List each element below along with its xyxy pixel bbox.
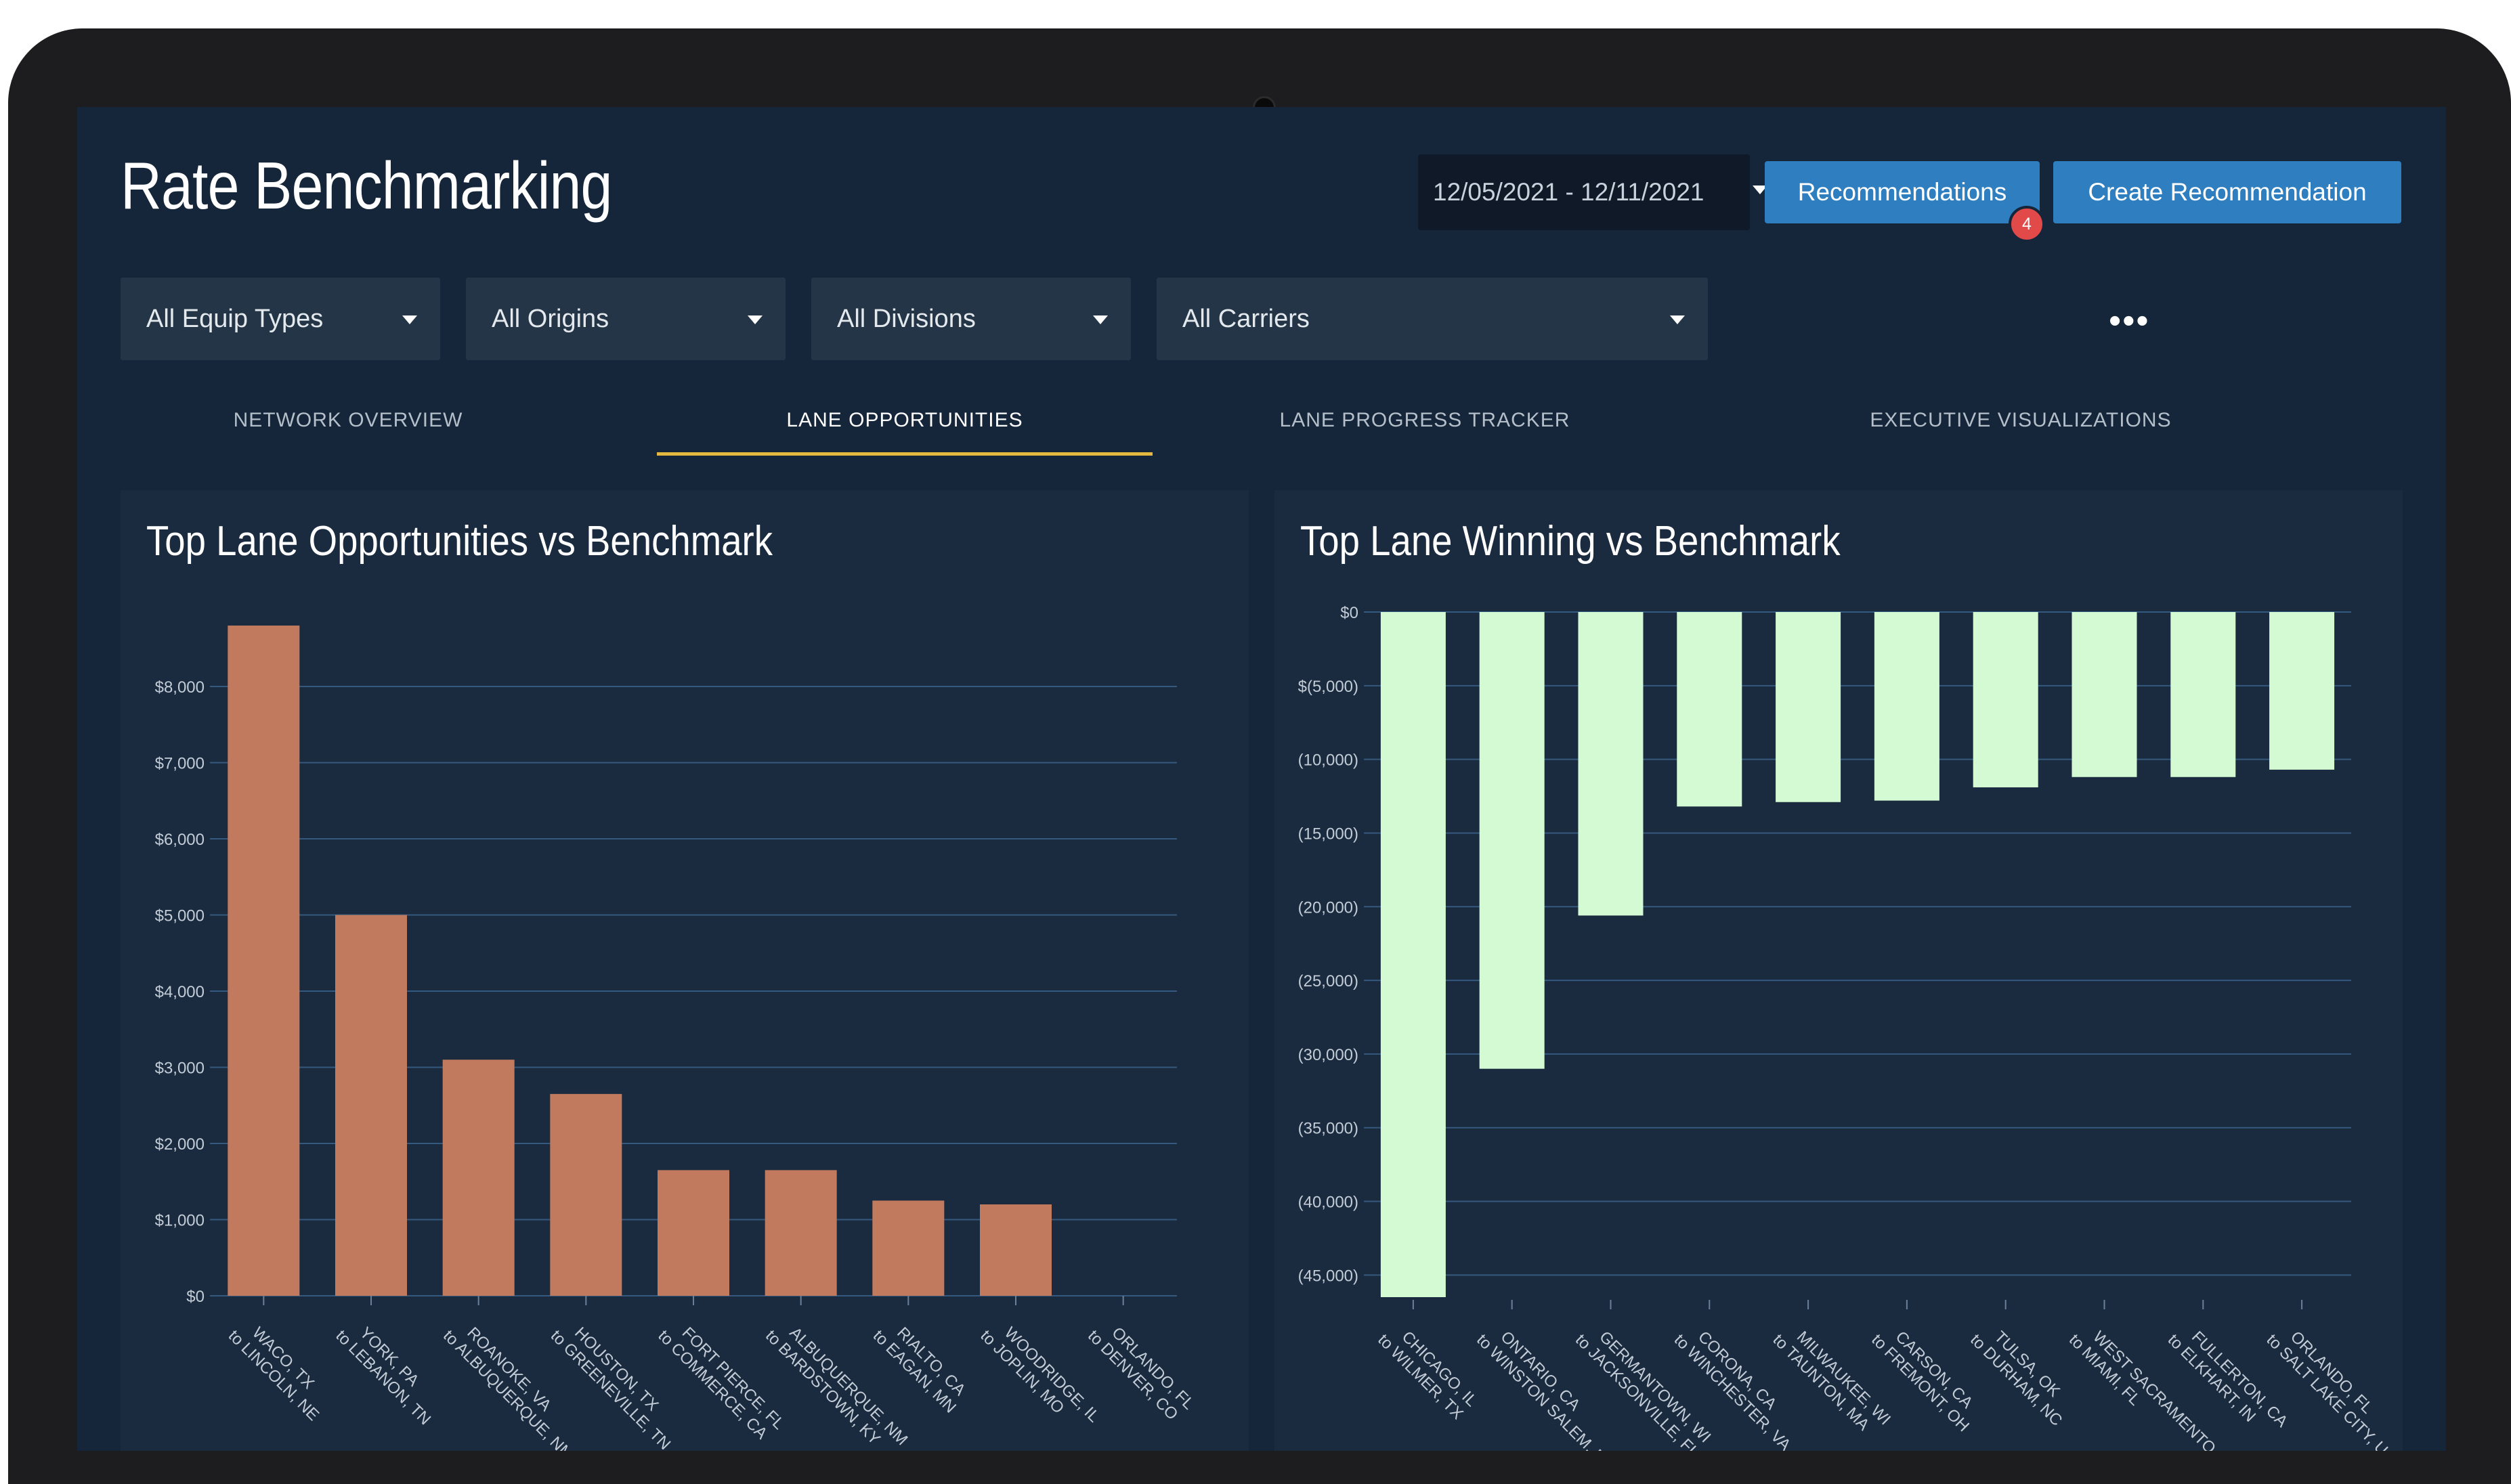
y-tick-label: (20,000) [1298, 898, 1358, 917]
carriers-value: All Carriers [1182, 304, 1310, 333]
x-tick-label-line: to COMMERCE, CA [654, 1326, 771, 1443]
y-tick-label: (10,000) [1298, 751, 1358, 770]
bar [1479, 612, 1545, 1069]
recommendations-label: Recommendations [1797, 178, 2007, 206]
equip-type-value: All Equip Types [146, 304, 324, 333]
origins-filter[interactable]: All Origins [466, 278, 786, 360]
create-recommendation-button[interactable]: Create Recommendation [2053, 161, 2401, 223]
app-screen: Rate Benchmarking 12/05/2021 - 12/11/202… [77, 107, 2446, 1451]
tab-network-overview[interactable]: NETWORK OVERVIEW [213, 409, 484, 432]
opportunities-bar-chart: $0 $1,000 $2,000 $3,000 $4,000 $5,000 $6,000 $7… [155, 626, 1198, 1451]
x-tick-label-line: to GREENEVILLE, TN [547, 1326, 674, 1451]
tab-executive-visualizations[interactable]: EXECUTIVE VISUALIZATIONS [1831, 409, 2210, 432]
bar [228, 626, 300, 1296]
bar [1578, 612, 1644, 916]
bar [1776, 612, 1841, 802]
y-tick-label: $0 [186, 1288, 205, 1306]
x-tick-label: ORLANDO, FLto DENVER, CO [1084, 1313, 1198, 1427]
active-tab-indicator [657, 452, 1153, 456]
y-tick-label: (45,000) [1298, 1267, 1358, 1285]
x-tick-label: RIALTO, CAto EAGAN, MN [870, 1313, 973, 1417]
origins-value: All Origins [492, 304, 609, 333]
x-tick-label: CHICAGO, ILto WILMER, TX [1374, 1317, 1480, 1424]
chevron-down-icon [402, 315, 417, 324]
date-range-picker[interactable]: 12/05/2021 - 12/11/2021 [1418, 154, 1767, 230]
winning-panel: Top Lane Winning vs Benchmark $0 $(5,000)… [1274, 490, 2403, 1451]
winning-bar-chart: $0 $(5,000) (10,000) (15,000) (20,000) (25,00… [1298, 604, 2403, 1451]
y-tick-label: (35,000) [1298, 1120, 1358, 1138]
chevron-down-icon [1093, 315, 1108, 324]
x-tick-label: GERMANTOWN, WIto JACKSONVILLE, FL [1572, 1317, 1716, 1451]
bar [1380, 612, 1446, 1297]
bar [872, 1200, 945, 1296]
recommendations-count-badge: 4 [2009, 206, 2045, 242]
y-tick-label: (40,000) [1298, 1194, 1358, 1212]
bar [442, 1060, 515, 1296]
carriers-filter[interactable]: All Carriers [1157, 278, 1708, 360]
y-tick-label: $0 [1340, 604, 1358, 622]
more-options-icon[interactable]: ••• [2109, 303, 2150, 339]
divisions-value: All Divisions [837, 304, 976, 333]
x-tick-label: ORLANDO, FLto SALT LAKE CITY, U [2263, 1317, 2403, 1451]
x-tick-label-line: to BARDSTOWN, KY [762, 1326, 884, 1448]
create-recommendation-label: Create Recommendation [2088, 178, 2367, 206]
bar [658, 1170, 729, 1296]
y-tick-label: $7,000 [155, 755, 205, 773]
tab-lane-opportunities[interactable]: LANE OPPORTUNITIES [657, 409, 1153, 432]
y-tick-label: $8,000 [155, 678, 205, 697]
bar [2072, 612, 2137, 777]
recommendations-button[interactable]: Recommendations [1765, 161, 2040, 223]
opportunities-panel: Top Lane Opportunities vs Benchmark $0 $1… [121, 490, 1249, 1451]
x-tick-label: TULSA, OKto DURHAM, NC [1967, 1317, 2079, 1430]
date-range-value: 12/05/2021 - 12/11/2021 [1433, 178, 1704, 206]
bar [1677, 612, 1742, 807]
y-tick-label: (15,000) [1298, 825, 1358, 843]
y-tick-label: $4,000 [155, 983, 205, 1001]
y-tick-label: $3,000 [155, 1060, 205, 1078]
x-tick-label: WOODRIDGE, ILto JOPLIN, MO [976, 1313, 1102, 1439]
bar [2170, 612, 2236, 777]
bar [335, 915, 407, 1296]
y-tick-label: (30,000) [1298, 1046, 1358, 1064]
page-title: Rate Benchmarking [121, 148, 612, 223]
equip-type-filter[interactable]: All Equip Types [121, 278, 440, 360]
y-tick-label: $5,000 [155, 907, 205, 925]
y-tick-label: $(5,000) [1298, 678, 1358, 696]
chevron-down-icon [748, 315, 763, 324]
chevron-down-icon [1670, 315, 1685, 324]
x-tick-label: WACO, TXto LINCOLN, NE [225, 1313, 336, 1424]
x-tick-label-line: to SALT LAKE CITY, U [2263, 1330, 2392, 1451]
y-tick-label: $1,000 [155, 1212, 205, 1230]
bar [550, 1093, 622, 1296]
bar [2269, 612, 2335, 770]
x-tick-label: YORK, PAto LEBANON, TN [332, 1313, 448, 1429]
bar [765, 1170, 837, 1296]
bar [1874, 612, 1939, 801]
y-tick-label: (25,000) [1298, 972, 1358, 990]
tab-lane-progress-tracker[interactable]: LANE PROGRESS TRACKER [1249, 409, 1601, 432]
y-tick-label: $2,000 [155, 1135, 205, 1154]
divisions-filter[interactable]: All Divisions [811, 278, 1131, 360]
bar [980, 1204, 1052, 1296]
y-tick-label: $6,000 [155, 831, 205, 849]
bar [1973, 612, 2038, 787]
